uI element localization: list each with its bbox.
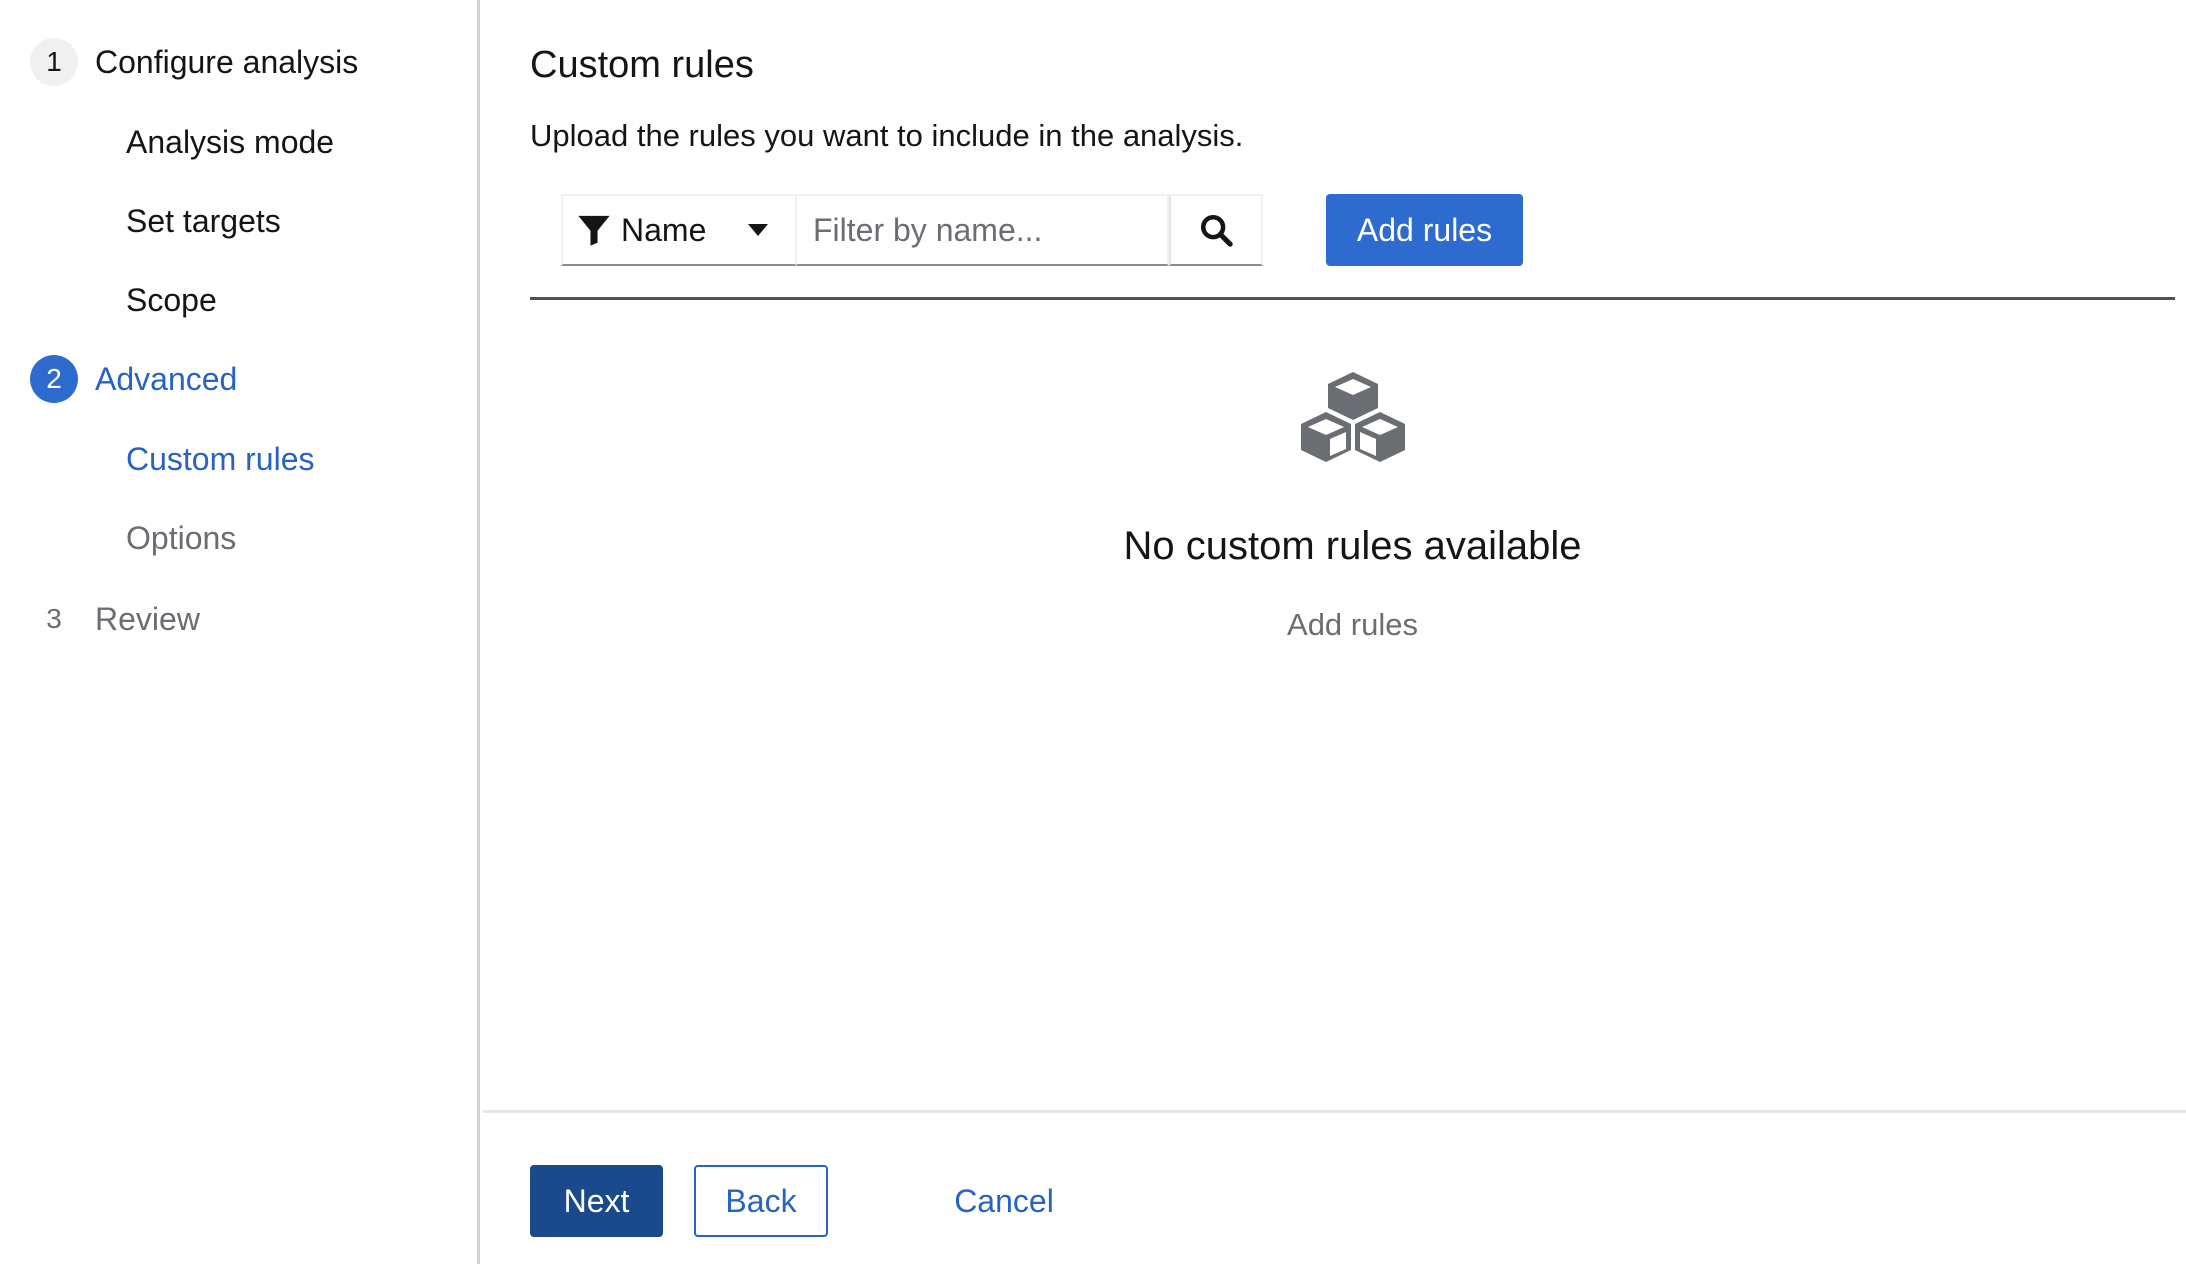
nav-substep-scope[interactable]: Scope bbox=[126, 282, 217, 319]
page-title: Custom rules bbox=[530, 44, 754, 86]
step-label: Advanced bbox=[95, 360, 238, 397]
nav-step-configure-analysis[interactable]: 1 Configure analysis bbox=[30, 38, 358, 86]
empty-state: No custom rules available Add rules bbox=[530, 370, 2175, 643]
wizard-body: Custom rules Upload the rules you want t… bbox=[483, 0, 2186, 1110]
add-rules-button[interactable]: Add rules bbox=[1326, 194, 1523, 266]
next-button[interactable]: Next bbox=[530, 1165, 663, 1237]
filter-dropdown-label: Name bbox=[621, 211, 707, 248]
nav-substep-analysis-mode[interactable]: Analysis mode bbox=[126, 124, 334, 161]
step-label: Review bbox=[95, 600, 200, 637]
cancel-button[interactable]: Cancel bbox=[929, 1165, 1079, 1237]
search-input[interactable] bbox=[797, 194, 1169, 266]
search-button[interactable] bbox=[1169, 194, 1263, 266]
page-description: Upload the rules you want to include in … bbox=[530, 118, 1244, 153]
cubes-icon bbox=[1300, 372, 1405, 462]
filter-dropdown[interactable]: Name bbox=[561, 194, 797, 266]
nav-step-advanced[interactable]: 2 Advanced bbox=[30, 355, 237, 403]
nav-substep-set-targets[interactable]: Set targets bbox=[126, 203, 281, 240]
caret-down-icon bbox=[748, 224, 768, 236]
empty-state-add-rules-link[interactable]: Add rules bbox=[1287, 607, 1418, 643]
step-number: 2 bbox=[30, 355, 78, 403]
filter-icon bbox=[578, 215, 610, 246]
search-icon bbox=[1200, 214, 1233, 247]
back-button[interactable]: Back bbox=[694, 1165, 828, 1237]
step-number: 1 bbox=[30, 38, 78, 86]
wizard-nav: 1 Configure analysis Analysis mode Set t… bbox=[0, 0, 480, 1264]
step-label: Configure analysis bbox=[95, 43, 359, 80]
nav-step-review[interactable]: 3 Review bbox=[30, 595, 200, 643]
divider bbox=[530, 297, 2175, 300]
filter-toolbar: Name bbox=[561, 194, 1263, 266]
empty-state-title: No custom rules available bbox=[1123, 524, 1582, 568]
nav-substep-custom-rules[interactable]: Custom rules bbox=[126, 441, 315, 478]
wizard-footer: Next Back Cancel bbox=[483, 1110, 2186, 1264]
nav-substep-options[interactable]: Options bbox=[126, 520, 236, 557]
step-number: 3 bbox=[46, 603, 62, 634]
wizard: 1 Configure analysis Analysis mode Set t… bbox=[0, 0, 2186, 1264]
